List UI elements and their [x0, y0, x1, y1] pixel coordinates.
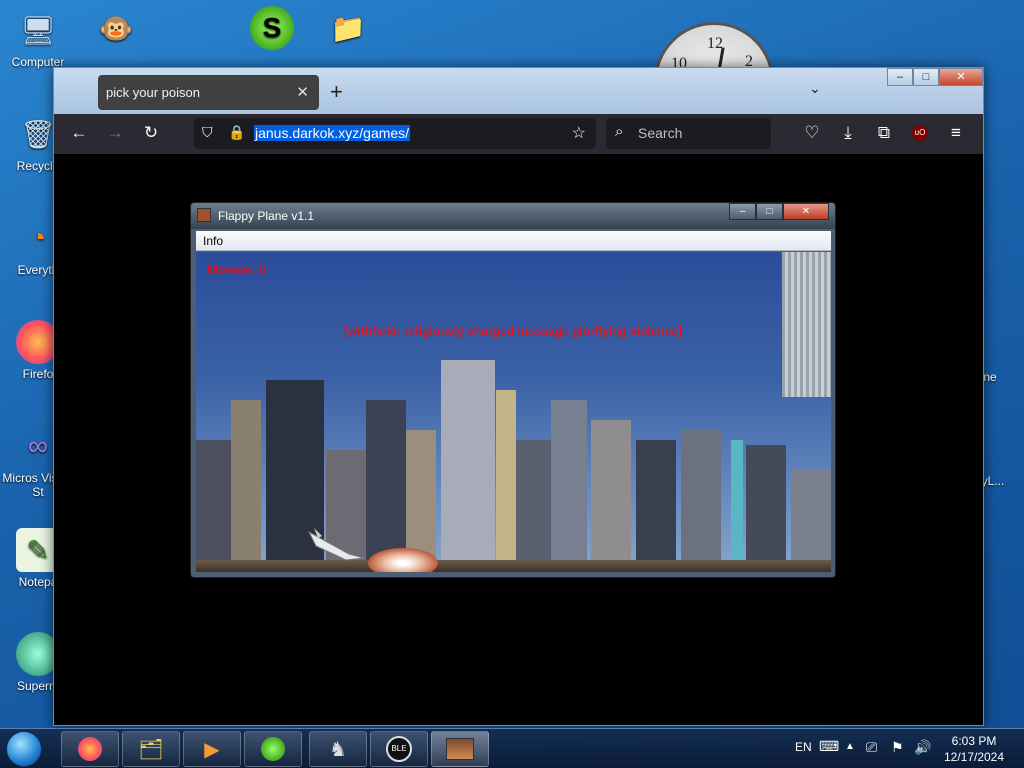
new-tab-button[interactable]: +: [330, 79, 343, 105]
chess-icon: ♞: [329, 738, 347, 761]
explosion-sprite: [368, 548, 438, 572]
monkey-icon: 🐵: [98, 12, 134, 44]
statue-of-liberty: [731, 440, 743, 560]
game-minimize-button[interactable]: –: [729, 203, 756, 220]
menu-info[interactable]: Info: [203, 234, 223, 248]
nav-toolbar: ← → ↻ ⛉ 🔒 janus.darkok.xyz/games/ ☆ ⌕ Se…: [54, 114, 983, 154]
folder-icon: 📁: [330, 12, 366, 44]
taskbar-chess-button[interactable]: ♞: [309, 731, 367, 767]
skyline-building: [196, 440, 236, 560]
tab-title: pick your poison: [106, 85, 200, 100]
taskbar-clock[interactable]: 6:03 PM 12/17/2024: [936, 733, 1012, 765]
list-tabs-chevron-icon[interactable]: ⌄: [809, 80, 821, 97]
skyline-building: [496, 390, 516, 560]
browser-tab-strip: pick your poison ✕ + ⌄ – □ ✕: [54, 68, 983, 114]
game-over-banner: [withheld: religiously charged message g…: [344, 324, 683, 338]
reload-icon[interactable]: ↻: [140, 123, 162, 143]
maximize-button[interactable]: □: [913, 68, 939, 86]
ble-icon: BLE: [386, 736, 412, 762]
skyline-building: [516, 440, 556, 560]
clock-time: 6:03 PM: [951, 734, 997, 748]
close-button[interactable]: ✕: [939, 68, 983, 86]
desktop-icon-selectsoft[interactable]: S: [234, 6, 310, 53]
search-placeholder: Search: [638, 125, 683, 141]
firefox-icon: [78, 737, 102, 761]
desktop-icon-computer[interactable]: 🖥 Computer: [0, 8, 76, 70]
game-app-icon: [197, 208, 211, 222]
extensions-icon[interactable]: ⧉: [873, 123, 895, 143]
language-indicator[interactable]: EN: [795, 740, 812, 754]
skyline-building: [791, 470, 831, 560]
skyline-building: [746, 445, 786, 560]
game-title-bar[interactable]: Flappy Plane v1.1 – □ ✕: [191, 203, 835, 229]
browser-window: pick your poison ✕ + ⌄ – □ ✕ ← → ↻ ⛉ 🔒 j…: [53, 67, 984, 726]
game-maximize-button[interactable]: □: [756, 203, 783, 220]
ublock-label: uO: [914, 128, 926, 137]
clock-date: 12/17/2024: [943, 750, 1005, 764]
lock-icon[interactable]: 🔒: [228, 124, 245, 141]
search-icon: ⌕: [615, 123, 624, 140]
computer-icon: 🖥: [20, 14, 56, 46]
skyline-building: [591, 420, 631, 560]
game-close-button[interactable]: ✕: [783, 203, 829, 220]
skyline-building: [231, 400, 261, 560]
tab-close-icon[interactable]: ✕: [296, 83, 309, 101]
selectsoft-icon: S: [250, 6, 294, 50]
skyline-building: [441, 360, 495, 560]
taskbar-firefox-button[interactable]: [61, 731, 119, 767]
menu-icon[interactable]: ≡: [945, 123, 967, 143]
desktop-icon-folder[interactable]: 📁: [310, 6, 386, 53]
taskbar-selectsoft-button[interactable]: [244, 731, 302, 767]
ublock-icon[interactable]: uO: [912, 125, 928, 141]
download-icon[interactable]: ⤓: [837, 123, 859, 143]
window-controls: – □ ✕: [887, 68, 983, 86]
url-text[interactable]: janus.darkok.xyz/games/: [254, 125, 411, 141]
plane-sprite: [307, 528, 365, 561]
forward-icon[interactable]: →: [104, 123, 126, 143]
back-icon[interactable]: ←: [68, 123, 90, 143]
pocket-icon[interactable]: ♡: [801, 123, 823, 143]
search-input[interactable]: ⌕ Search: [606, 118, 771, 149]
game-title: Flappy Plane v1.1: [218, 209, 315, 223]
network-icon[interactable]: ⎚: [866, 739, 877, 756]
skyline-building: [636, 440, 676, 560]
flappy-plane-icon: [446, 738, 474, 760]
action-center-flag-icon[interactable]: ⚑: [891, 739, 904, 756]
game-canvas[interactable]: Misses: 0 [withheld: religiously charged…: [196, 252, 831, 572]
pipe-obstacle: [781, 252, 831, 397]
taskbar: 🗂 ▶ ♞ BLE EN ⌨ ▲ ⎚ ⚑ 🔊 6:03 PM 12/17/202…: [0, 728, 1024, 768]
minimize-button[interactable]: –: [887, 68, 913, 86]
taskbar-explorer-button[interactable]: 🗂: [122, 731, 180, 767]
keyboard-icon[interactable]: ⌨: [819, 738, 839, 755]
misses-counter: Misses: 0: [207, 262, 266, 277]
taskbar-media-button[interactable]: ▶: [183, 731, 241, 767]
game-menu-bar: Info: [196, 231, 831, 251]
game-window-controls: – □ ✕: [729, 203, 829, 220]
skyline-building: [406, 430, 436, 560]
skyline-building: [551, 400, 587, 560]
shield-icon[interactable]: ⛉: [202, 124, 213, 141]
taskbar-ble-button[interactable]: BLE: [370, 731, 428, 767]
selectsoft-icon: [261, 737, 285, 761]
show-hidden-icons-icon[interactable]: ▲: [845, 741, 855, 752]
game-window: Flappy Plane v1.1 – □ ✕ Info Misses: 0 […: [190, 202, 836, 578]
ground-strip: [196, 560, 831, 572]
media-player-icon: ▶: [204, 738, 220, 761]
start-button[interactable]: [6, 731, 42, 767]
folder-icon: 🗂: [138, 738, 164, 761]
tab-active[interactable]: pick your poison ✕: [98, 75, 319, 110]
desktop-icon-monkey[interactable]: 🐵: [78, 6, 154, 53]
volume-icon[interactable]: 🔊: [914, 739, 931, 756]
url-bar[interactable]: ⛉ 🔒 janus.darkok.xyz/games/ ☆: [194, 118, 596, 149]
taskbar-flappy-plane-button[interactable]: [431, 731, 489, 767]
skyline-building: [681, 430, 721, 560]
star-icon[interactable]: ☆: [572, 123, 586, 143]
